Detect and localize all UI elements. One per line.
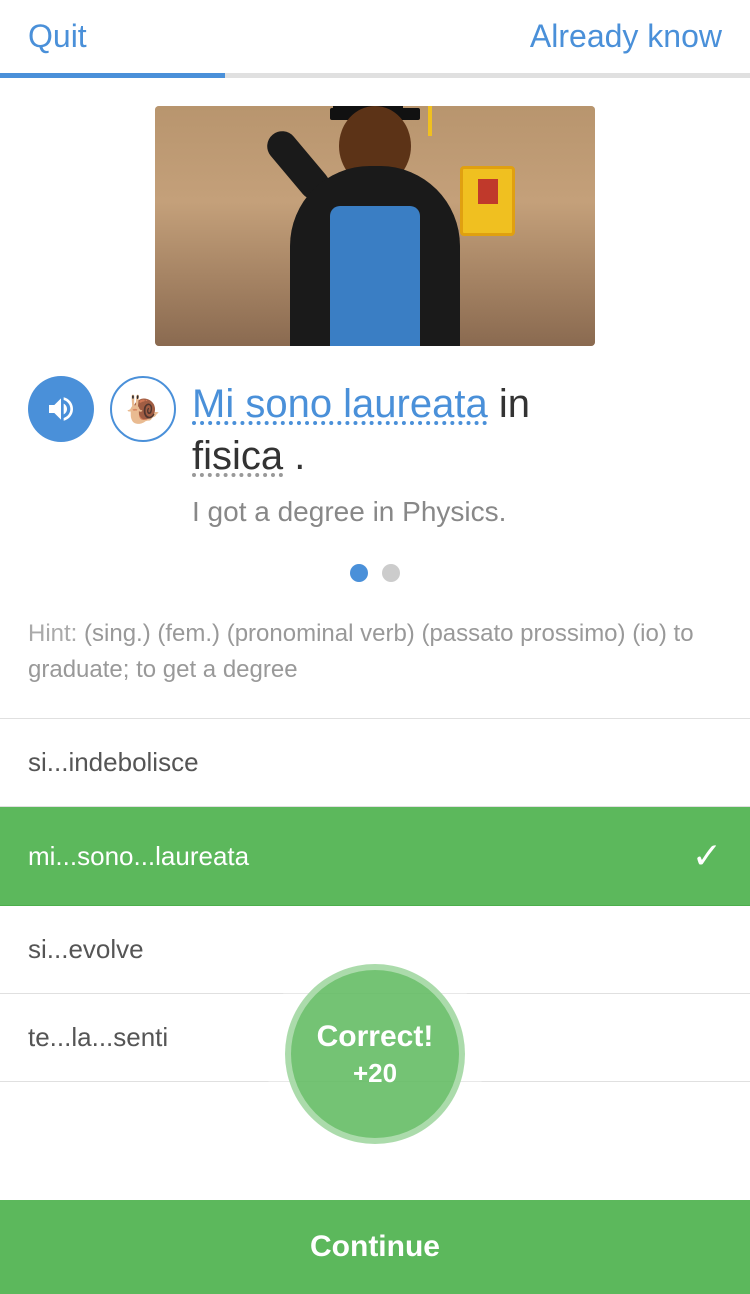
correct-bubble: Correct! +20 (285, 964, 465, 1144)
continue-button[interactable]: Continue (0, 1200, 750, 1294)
hint-text: Hint: (sing.) (fem.) (pronominal verb) (… (28, 616, 722, 688)
answer-item-1[interactable]: si...indebolisce (0, 719, 750, 807)
answer-text-4: te...la...senti (28, 1022, 168, 1052)
audio-controls: 🐌 Mi sono laureata in fisica . I got a de… (0, 366, 750, 538)
correct-points: +20 (353, 1058, 397, 1089)
hint-label: Hint: (28, 620, 77, 647)
answer-text-3: si...evolve (28, 934, 144, 964)
answer-text-1: si...indebolisce (28, 747, 199, 777)
already-know-button[interactable]: Already know (530, 18, 722, 55)
image-container (0, 78, 750, 366)
sentence-black-part: in (488, 382, 530, 426)
correct-title: Correct! (317, 1020, 434, 1054)
sentence-blue-part: Mi sono laureata (192, 382, 488, 426)
header: Quit Already know (0, 0, 750, 73)
italian-sentence: Mi sono laureata in fisica . (192, 378, 722, 482)
english-translation: I got a degree in Physics. (192, 496, 722, 528)
quit-button[interactable]: Quit (28, 18, 87, 55)
sentence-block: Mi sono laureata in fisica . I got a degr… (192, 376, 722, 528)
answer-item-2-correct[interactable]: mi...sono...laureata ✓ (0, 807, 750, 906)
graduation-image (155, 106, 595, 346)
correct-overlay: Correct! +20 (265, 944, 485, 1164)
hint-section: Hint: (sing.) (fem.) (pronominal verb) (… (0, 608, 750, 718)
checkmark-icon: ✓ (692, 835, 722, 877)
dot-2 (382, 564, 400, 582)
hint-tags: (sing.) (fem.) (pronominal verb) (passat… (84, 620, 667, 647)
dots-container (0, 538, 750, 608)
sentence-underlined-part: fisica (192, 434, 283, 478)
audio-play-button[interactable] (28, 376, 94, 442)
speaker-icon (45, 393, 77, 425)
dot-1 (350, 564, 368, 582)
sentence-period: . (283, 434, 305, 478)
slow-audio-button[interactable]: 🐌 (110, 376, 176, 442)
answer-text-2: mi...sono...laureata (28, 841, 249, 872)
snail-icon: 🐌 (126, 393, 161, 426)
